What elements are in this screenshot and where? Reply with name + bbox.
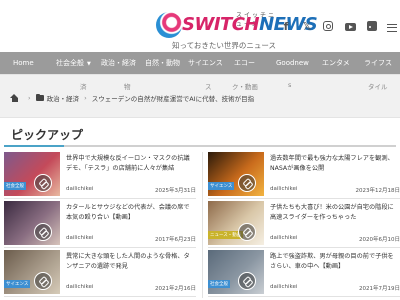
- nav-item-label: エコー: [234, 59, 255, 67]
- card-divider: [4, 296, 196, 297]
- article-author: dailichikei: [270, 235, 298, 241]
- instagram-icon[interactable]: [321, 20, 335, 34]
- article-card[interactable]: 社会全般 路上で強盗詐欺、男が母親の目の前で子供をさらい、車の中へ【動画】 dail…: [208, 250, 400, 296]
- facebook-icon[interactable]: f: [279, 20, 293, 34]
- nav-item-goodnews[interactable]: Goodnew: [276, 52, 309, 74]
- nav-item-label: Home: [13, 59, 34, 67]
- nav-item-label: Goodnew: [276, 59, 309, 67]
- rss-icon[interactable]: [365, 20, 379, 34]
- category-badge[interactable]: サイエンス: [4, 280, 31, 288]
- breadcrumb-separator: ›: [84, 94, 87, 102]
- site-tagline: 知っておきたい世界のニュース: [172, 41, 277, 50]
- card-divider: [4, 198, 196, 199]
- nav-item-label: ライフス: [364, 59, 392, 67]
- nav-item-home[interactable]: Home: [13, 52, 34, 74]
- nav-item-politics[interactable]: 政治・経済: [101, 52, 136, 74]
- nav-item-society[interactable]: 社会全般 ▼: [56, 52, 91, 74]
- home-icon[interactable]: [10, 94, 19, 102]
- article-card[interactable]: ニュース・動画 子供たちも大喜び！米の公園が自宅の階段に高速スライダーを作っちゃっ…: [208, 201, 400, 247]
- category-badge[interactable]: 社会全般: [4, 182, 26, 190]
- chevron-down-icon: ▼: [87, 61, 91, 67]
- article-thumbnail[interactable]: [4, 201, 60, 245]
- breadcrumb-category[interactable]: 政治・経済: [47, 93, 80, 103]
- article-author: dailichikei: [66, 235, 94, 241]
- folder-icon: [35, 93, 44, 101]
- article-thumbnail[interactable]: サイエンス: [208, 152, 264, 196]
- nav-item-label: 政治・経済: [101, 59, 136, 67]
- site-header: スイッチニュース SWITCHNEWS 知っておきたい世界のニュース f 𝕏: [0, 0, 400, 52]
- article-thumbnail[interactable]: 社会全般: [208, 250, 264, 294]
- article-title[interactable]: 路上で強盗詐欺、男が母親の目の前で子供をさらい、車の中へ【動画】: [270, 252, 398, 271]
- nav-item-science[interactable]: サイエンス: [188, 52, 223, 74]
- submenu-ghost-text: 物: [124, 83, 131, 91]
- card-divider: [208, 198, 400, 199]
- nav-item-label: サイエンス: [188, 59, 223, 67]
- section-title: ピックアップ: [11, 128, 84, 142]
- article-date: 2025年3月31日: [155, 188, 196, 194]
- link-icon: [238, 223, 256, 241]
- submenu-ghost-text: s: [288, 81, 292, 89]
- breadcrumb-band: 済 物 ス ク・動画 s タイル › 政治・経済 › スウェーデンの自然が財産運…: [0, 74, 400, 118]
- card-divider: [4, 247, 196, 248]
- article-author: dailichikei: [66, 284, 94, 290]
- nav-item-nature[interactable]: 自然・動物: [145, 52, 180, 74]
- article-card[interactable]: サイエンス 異常に大きな頭をした人間のような骨格、タンザニアの遺跡で発見 daili…: [4, 250, 198, 296]
- nav-item-label: 自然・動物: [145, 59, 180, 67]
- article-date: 2021年2月16日: [155, 286, 196, 292]
- article-card[interactable]: 社会全般 世界中で大規模な反イーロン・マスクの抗議デモ、「テスラ」の店舗前に人々が…: [4, 152, 198, 198]
- submenu-ghost-text: ス: [205, 83, 212, 91]
- article-title[interactable]: 過去数年間で最も強力な太陽フレアを観測、NASAが画像を公開: [270, 154, 398, 173]
- hamburger-menu-icon[interactable]: [385, 20, 399, 34]
- article-date: 2023年12月18日: [355, 188, 400, 194]
- article-card[interactable]: サイエンス 過去数年間で最も強力な太陽フレアを観測、NASAが画像を公開 daili…: [208, 152, 400, 198]
- article-card[interactable]: カタールとサウジなどの代表が、会議の席で本気の殴り合い【動画】 dailichik…: [4, 201, 198, 247]
- article-date: 2020年6月10日: [359, 237, 400, 243]
- card-divider: [208, 247, 400, 248]
- card-divider: [208, 296, 400, 297]
- breadcrumb-current: スウェーデンの自然が財産運営でAIに代替、技術が目指: [91, 95, 255, 103]
- article-thumbnail[interactable]: ニュース・動画: [208, 201, 264, 245]
- x-twitter-icon[interactable]: 𝕏: [300, 20, 314, 34]
- nav-item-lifestyle[interactable]: ライフス: [364, 52, 392, 74]
- article-thumbnail[interactable]: サイエンス: [4, 250, 60, 294]
- logo-mark-icon: [156, 12, 182, 38]
- section-divider-accent: [4, 145, 64, 147]
- article-author: dailichikei: [270, 186, 298, 192]
- article-title[interactable]: 異常に大きな頭をした人間のような骨格、タンザニアの遺跡で発見: [66, 252, 194, 271]
- link-icon: [238, 174, 256, 192]
- submenu-ghost-text: 済: [80, 83, 87, 91]
- article-date: 2017年6月23日: [155, 237, 196, 243]
- link-icon: [34, 174, 52, 192]
- submenu-ghost-text: ク・動画: [232, 83, 258, 91]
- link-icon: [34, 272, 52, 290]
- article-thumbnail[interactable]: 社会全般: [4, 152, 60, 196]
- site-logo[interactable]: スイッチニュース SWITCHNEWS: [156, 10, 318, 44]
- column-divider: [202, 152, 203, 298]
- link-icon: [238, 272, 256, 290]
- category-badge[interactable]: サイエンス: [208, 182, 235, 190]
- breadcrumb-separator: ›: [28, 94, 31, 102]
- logo-wordmark: SWITCHNEWS: [182, 14, 318, 35]
- article-date: 2021年7月19日: [359, 286, 400, 292]
- breadcrumb: › 政治・経済 › スウェーデンの自然が財産運営でAIに代替、技術が目指: [10, 92, 254, 104]
- article-author: dailichikei: [270, 284, 298, 290]
- nav-item-label: 社会全般: [56, 59, 84, 67]
- article-title[interactable]: カタールとサウジなどの代表が、会議の席で本気の殴り合い【動画】: [66, 203, 194, 222]
- link-icon: [34, 223, 52, 241]
- article-title[interactable]: 世界中で大規模な反イーロン・マスクの抗議デモ、「テスラ」の店舗前に人々が集結: [66, 154, 194, 173]
- youtube-icon[interactable]: [343, 20, 357, 34]
- nav-item-label: エンタメ: [322, 59, 350, 67]
- nav-item-entertainment[interactable]: エンタメ: [322, 52, 350, 74]
- main-nav: Home 社会全般 ▼ 政治・経済 自然・動物 サイエンス エコー Goodnew…: [0, 52, 400, 74]
- logo-switch-text: SWITCH: [182, 14, 260, 35]
- category-badge[interactable]: 社会全般: [208, 280, 230, 288]
- article-title[interactable]: 子供たちも大喜び！米の公園が自宅の階段に高速スライダーを作っちゃった: [270, 203, 398, 222]
- article-author: dailichikei: [66, 186, 94, 192]
- submenu-ghost-text: タイル: [368, 83, 388, 91]
- nav-item-eco[interactable]: エコー: [234, 52, 255, 74]
